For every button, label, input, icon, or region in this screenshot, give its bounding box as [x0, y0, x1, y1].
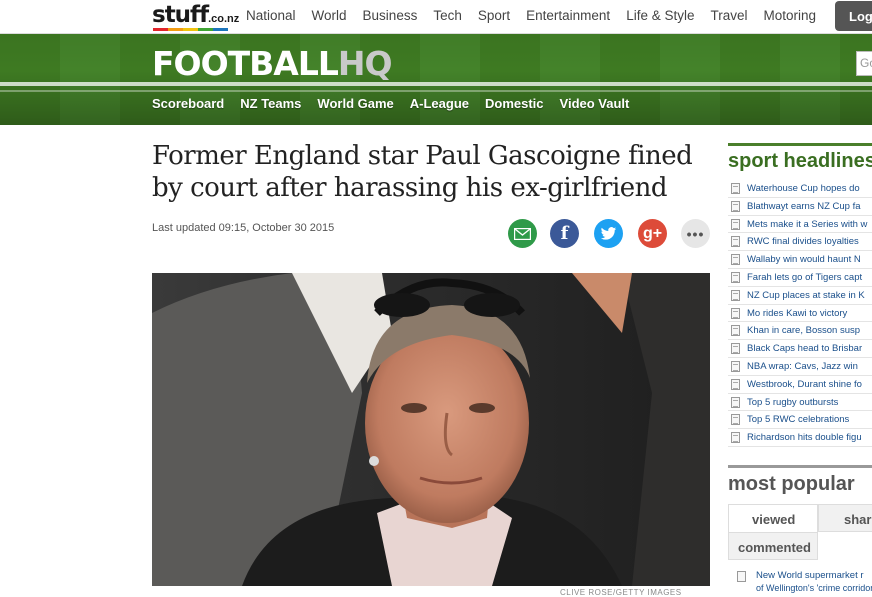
google-plus-icon[interactable]: g+	[638, 219, 667, 248]
last-updated: Last updated 09:15, October 30 2015	[152, 222, 335, 234]
nav-entertainment[interactable]: Entertainment	[518, 8, 618, 23]
brand-suffix: HQ	[337, 44, 393, 83]
document-icon	[731, 200, 740, 212]
list-item[interactable]: Waterhouse Cup hopes do	[728, 180, 872, 198]
headline-link[interactable]: Wallaby win would haunt N	[747, 254, 861, 265]
nav-travel[interactable]: Travel	[702, 8, 755, 23]
list-item[interactable]: RWC final divides loyalties	[728, 233, 872, 252]
subnav-scoreboard[interactable]: Scoreboard	[152, 96, 224, 111]
email-icon[interactable]	[508, 219, 537, 248]
subnav-video-vault[interactable]: Video Vault	[560, 96, 630, 111]
list-item[interactable]: Farah lets go of Tigers capt	[728, 269, 872, 287]
list-item[interactable]: Khan in care, Bosson susp	[728, 322, 872, 341]
document-icon	[731, 289, 740, 301]
document-icon	[731, 432, 740, 444]
search-input[interactable]: Go	[856, 51, 872, 76]
tab-shared[interactable]: shared	[818, 504, 872, 532]
logo-word: stuff	[152, 2, 209, 28]
most-popular-title: most popular	[728, 465, 872, 496]
nav-tech[interactable]: Tech	[425, 8, 470, 23]
headline-link[interactable]: Black Caps head to Brisbar	[747, 343, 862, 354]
nav-sport[interactable]: Sport	[470, 8, 518, 23]
document-icon	[731, 236, 740, 248]
list-item[interactable]: NBA wrap: Cavs, Jazz win	[728, 358, 872, 376]
section-nav: Scoreboard NZ Teams World Game A-League …	[152, 96, 645, 111]
login-button[interactable]: Log	[835, 1, 872, 31]
top-bar: stuff.co.nz National World Business Tech…	[0, 0, 872, 34]
nav-motoring[interactable]: Motoring	[756, 8, 825, 23]
pitch-line	[0, 82, 872, 86]
document-icon	[737, 571, 746, 582]
main-nav: National World Business Tech Sport Enter…	[238, 8, 824, 23]
subnav-domestic[interactable]: Domestic	[485, 96, 544, 111]
twitter-icon[interactable]	[594, 219, 623, 248]
list-item[interactable]: Blathwayt earns NZ Cup fa	[728, 198, 872, 216]
more-icon[interactable]: •••	[681, 219, 710, 248]
list-item[interactable]: Mo rides Kawi to victory	[728, 305, 872, 323]
document-icon	[731, 218, 740, 230]
list-item[interactable]: Top 5 rugby outbursts	[728, 394, 872, 412]
popular-item[interactable]: New World supermarket r of Wellington's …	[737, 570, 872, 593]
nav-business[interactable]: Business	[355, 8, 426, 23]
document-icon	[731, 396, 740, 408]
list-item[interactable]: Wallaby win would haunt N	[728, 251, 872, 269]
pitch-line-secondary	[0, 90, 872, 92]
headline-link[interactable]: RWC final divides loyalties	[747, 236, 859, 247]
headline-link[interactable]: Blathwayt earns NZ Cup fa	[747, 201, 861, 212]
document-icon	[731, 414, 740, 426]
subnav-world-game[interactable]: World Game	[317, 96, 393, 111]
tab-viewed[interactable]: viewed	[728, 504, 818, 532]
list-item[interactable]: NZ Cup places at stake in K	[728, 287, 872, 305]
nav-world[interactable]: World	[304, 8, 355, 23]
subnav-nz-teams[interactable]: NZ Teams	[240, 96, 301, 111]
headline-link[interactable]: NZ Cup places at stake in K	[747, 290, 865, 301]
popular-item-title-cont[interactable]: of Wellington's 'crime corridor	[756, 583, 872, 593]
nav-life-style[interactable]: Life & Style	[618, 8, 702, 23]
sport-headlines-title: sport headlines	[728, 143, 872, 173]
football-banner: FOOTBALLHQ Scoreboard NZ Teams World Gam…	[0, 34, 872, 125]
document-icon	[731, 325, 740, 337]
brand-main: FOOTBALL	[152, 44, 339, 83]
headline-link[interactable]: Farah lets go of Tigers capt	[747, 272, 862, 283]
list-item[interactable]: Black Caps head to Brisbar	[728, 340, 872, 358]
footballhq-logo[interactable]: FOOTBALLHQ	[152, 44, 393, 83]
logo-stripe	[153, 28, 228, 31]
nav-national[interactable]: National	[238, 8, 304, 23]
headline-link[interactable]: Top 5 rugby outbursts	[747, 397, 838, 408]
document-icon	[731, 271, 740, 283]
list-item[interactable]: Richardson hits double figu	[728, 429, 872, 447]
document-icon	[731, 360, 740, 372]
document-icon	[731, 307, 740, 319]
headline-link[interactable]: NBA wrap: Cavs, Jazz win	[747, 361, 858, 372]
facebook-icon[interactable]: f	[550, 219, 579, 248]
headline-link[interactable]: Mets make it a Series with w	[747, 219, 867, 230]
subnav-a-league[interactable]: A-League	[410, 96, 469, 111]
sport-headlines-list: Waterhouse Cup hopes do Blathwayt earns …	[728, 180, 872, 447]
tab-commented[interactable]: commented	[728, 532, 818, 560]
list-item[interactable]: Top 5 RWC celebrations	[728, 411, 872, 430]
document-icon	[731, 378, 740, 390]
list-item[interactable]: Mets make it a Series with w	[728, 216, 872, 234]
document-icon	[731, 254, 740, 266]
headline-link[interactable]: Waterhouse Cup hopes do	[747, 183, 860, 194]
headline-link[interactable]: Top 5 RWC celebrations	[747, 414, 849, 425]
headline-link[interactable]: Mo rides Kawi to victory	[747, 308, 847, 319]
article-photo	[152, 273, 710, 586]
headline-link[interactable]: Richardson hits double figu	[747, 432, 862, 443]
stuff-logo[interactable]: stuff.co.nz	[152, 2, 240, 31]
popular-item-title[interactable]: New World supermarket r	[756, 570, 864, 581]
headline-link[interactable]: Khan in care, Bosson susp	[747, 325, 860, 336]
document-icon	[731, 183, 740, 194]
article-headline: Former England star Paul Gascoigne fined…	[152, 141, 693, 203]
headline-link[interactable]: Westbrook, Durant shine fo	[747, 379, 862, 390]
list-item[interactable]: Westbrook, Durant shine fo	[728, 376, 872, 394]
logo-domain: .co.nz	[208, 13, 240, 25]
document-icon	[731, 343, 740, 355]
